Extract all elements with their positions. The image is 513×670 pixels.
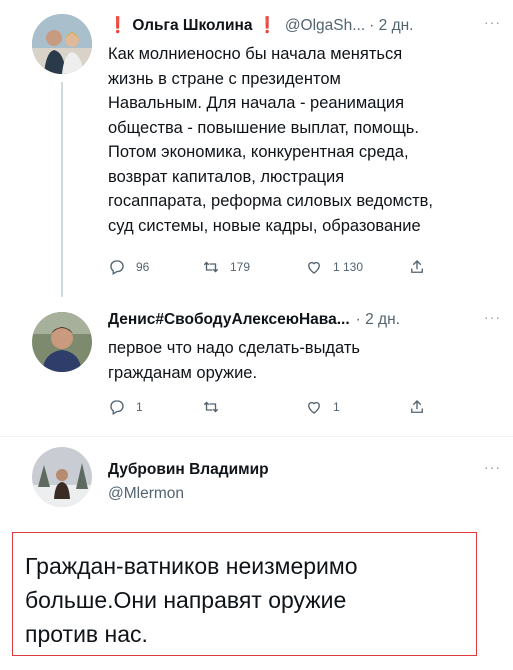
tweet-text-line: общества - повышение выплат, помощь. <box>108 118 419 137</box>
more-icon[interactable]: ··· <box>484 14 501 30</box>
highlighted-reply-text: Граждан-ватников неизмеримо больше.Они н… <box>25 549 465 651</box>
exclamation-icon: ❗ <box>108 17 128 34</box>
tweet-actions: 1 1 <box>108 398 438 418</box>
reply-count: 1 <box>136 400 143 414</box>
reply-count: 96 <box>136 260 150 274</box>
retweet-icon <box>203 401 219 413</box>
tweet-text-line: жизнь в стране с президентом <box>108 69 341 88</box>
highlighted-reply-box: Граждан-ватников неизмеримо больше.Они н… <box>12 532 477 656</box>
retweet-button[interactable]: 179 <box>202 258 250 276</box>
quote-line: Граждан-ватников неизмеримо <box>25 553 358 579</box>
quote-line: больше.Они направят оружие <box>25 587 347 613</box>
author-name[interactable]: Денис#СвободуАлексеюНава... <box>108 311 350 329</box>
author-handle[interactable]: @Mlermon <box>108 485 184 503</box>
avatar-photo-icon <box>32 447 92 507</box>
reply-button[interactable]: 96 <box>108 258 149 276</box>
tweet-text-line: возврат капиталов, люстрация <box>108 167 345 186</box>
like-icon <box>308 401 320 414</box>
retweet-count: 179 <box>230 260 251 274</box>
author-name[interactable]: Ольга Школина <box>132 17 252 35</box>
avatar[interactable] <box>32 447 92 507</box>
avatar-photo-icon <box>32 312 92 372</box>
reply-icon <box>110 400 124 415</box>
reply-icon <box>110 260 124 275</box>
tweet-header: Дубровин Владимир <box>108 461 269 479</box>
like-button[interactable]: 1 <box>305 398 340 416</box>
tweet-text-line: первое что надо сделать-выдать <box>108 339 361 357</box>
tweet-dubrovin[interactable]: Дубровин Владимир @Mlermon ··· <box>0 437 513 532</box>
share-icon <box>411 400 423 413</box>
share-button[interactable] <box>408 258 426 276</box>
retweet-button[interactable] <box>202 398 220 416</box>
like-count: 1 <box>333 400 340 414</box>
tweet-text-line: Потом экономика, конкурентная среда, <box>108 143 409 161</box>
more-icon[interactable]: ··· <box>484 459 501 475</box>
tweet-actions: 96 179 1 130 <box>108 258 438 278</box>
avatar[interactable] <box>32 312 92 372</box>
tweet-text-line: Как молниеносно бы начала меняться <box>108 45 403 63</box>
retweet-icon <box>203 261 219 273</box>
tweet-text-line: Навальным. Для начала - реанимация <box>108 94 405 112</box>
tweet-text-line: госаппарата, реформа силовых ведомств, <box>108 192 434 210</box>
tweet-text-line: суд системы, новые кадры, образование <box>108 216 421 235</box>
tweet-text: Как молниеносно бы начала меняться жизнь… <box>108 42 508 238</box>
author-handle[interactable]: @OlgaSh... <box>285 17 365 35</box>
like-count: 1 130 <box>333 260 364 274</box>
share-icon <box>411 260 423 273</box>
more-icon[interactable]: ··· <box>484 309 501 325</box>
tweet-olga[interactable]: ❗ Ольга Школина ❗ @OlgaSh... · 2 дн. ···… <box>0 0 513 300</box>
avatar[interactable] <box>32 14 92 74</box>
like-button[interactable]: 1 130 <box>305 258 363 276</box>
like-icon <box>308 261 320 274</box>
tweet-denis[interactable]: Денис#СвободуАлексеюНава... · 2 дн. ··· … <box>0 300 513 435</box>
avatar-photo-icon <box>32 14 92 74</box>
quote-line: против нас. <box>25 621 148 647</box>
tweet-time[interactable]: · 2 дн. <box>369 17 413 35</box>
reply-button[interactable]: 1 <box>108 398 143 416</box>
share-button[interactable] <box>408 398 426 416</box>
tweet-header-handle: @Mlermon <box>108 485 184 503</box>
tweet-text: первое что надо сделать-выдать гражданам… <box>108 336 508 385</box>
thread-line <box>61 82 63 297</box>
tweet-header: ❗ Ольга Школина ❗ @OlgaSh... · 2 дн. <box>108 16 413 35</box>
tweet-time[interactable]: · 2 дн. <box>356 311 400 329</box>
author-name[interactable]: Дубровин Владимир <box>108 461 269 479</box>
tweet-text-line: гражданам оружие. <box>108 363 258 382</box>
exclamation-icon: ❗ <box>257 17 277 34</box>
tweet-header: Денис#СвободуАлексеюНава... · 2 дн. <box>108 311 400 329</box>
